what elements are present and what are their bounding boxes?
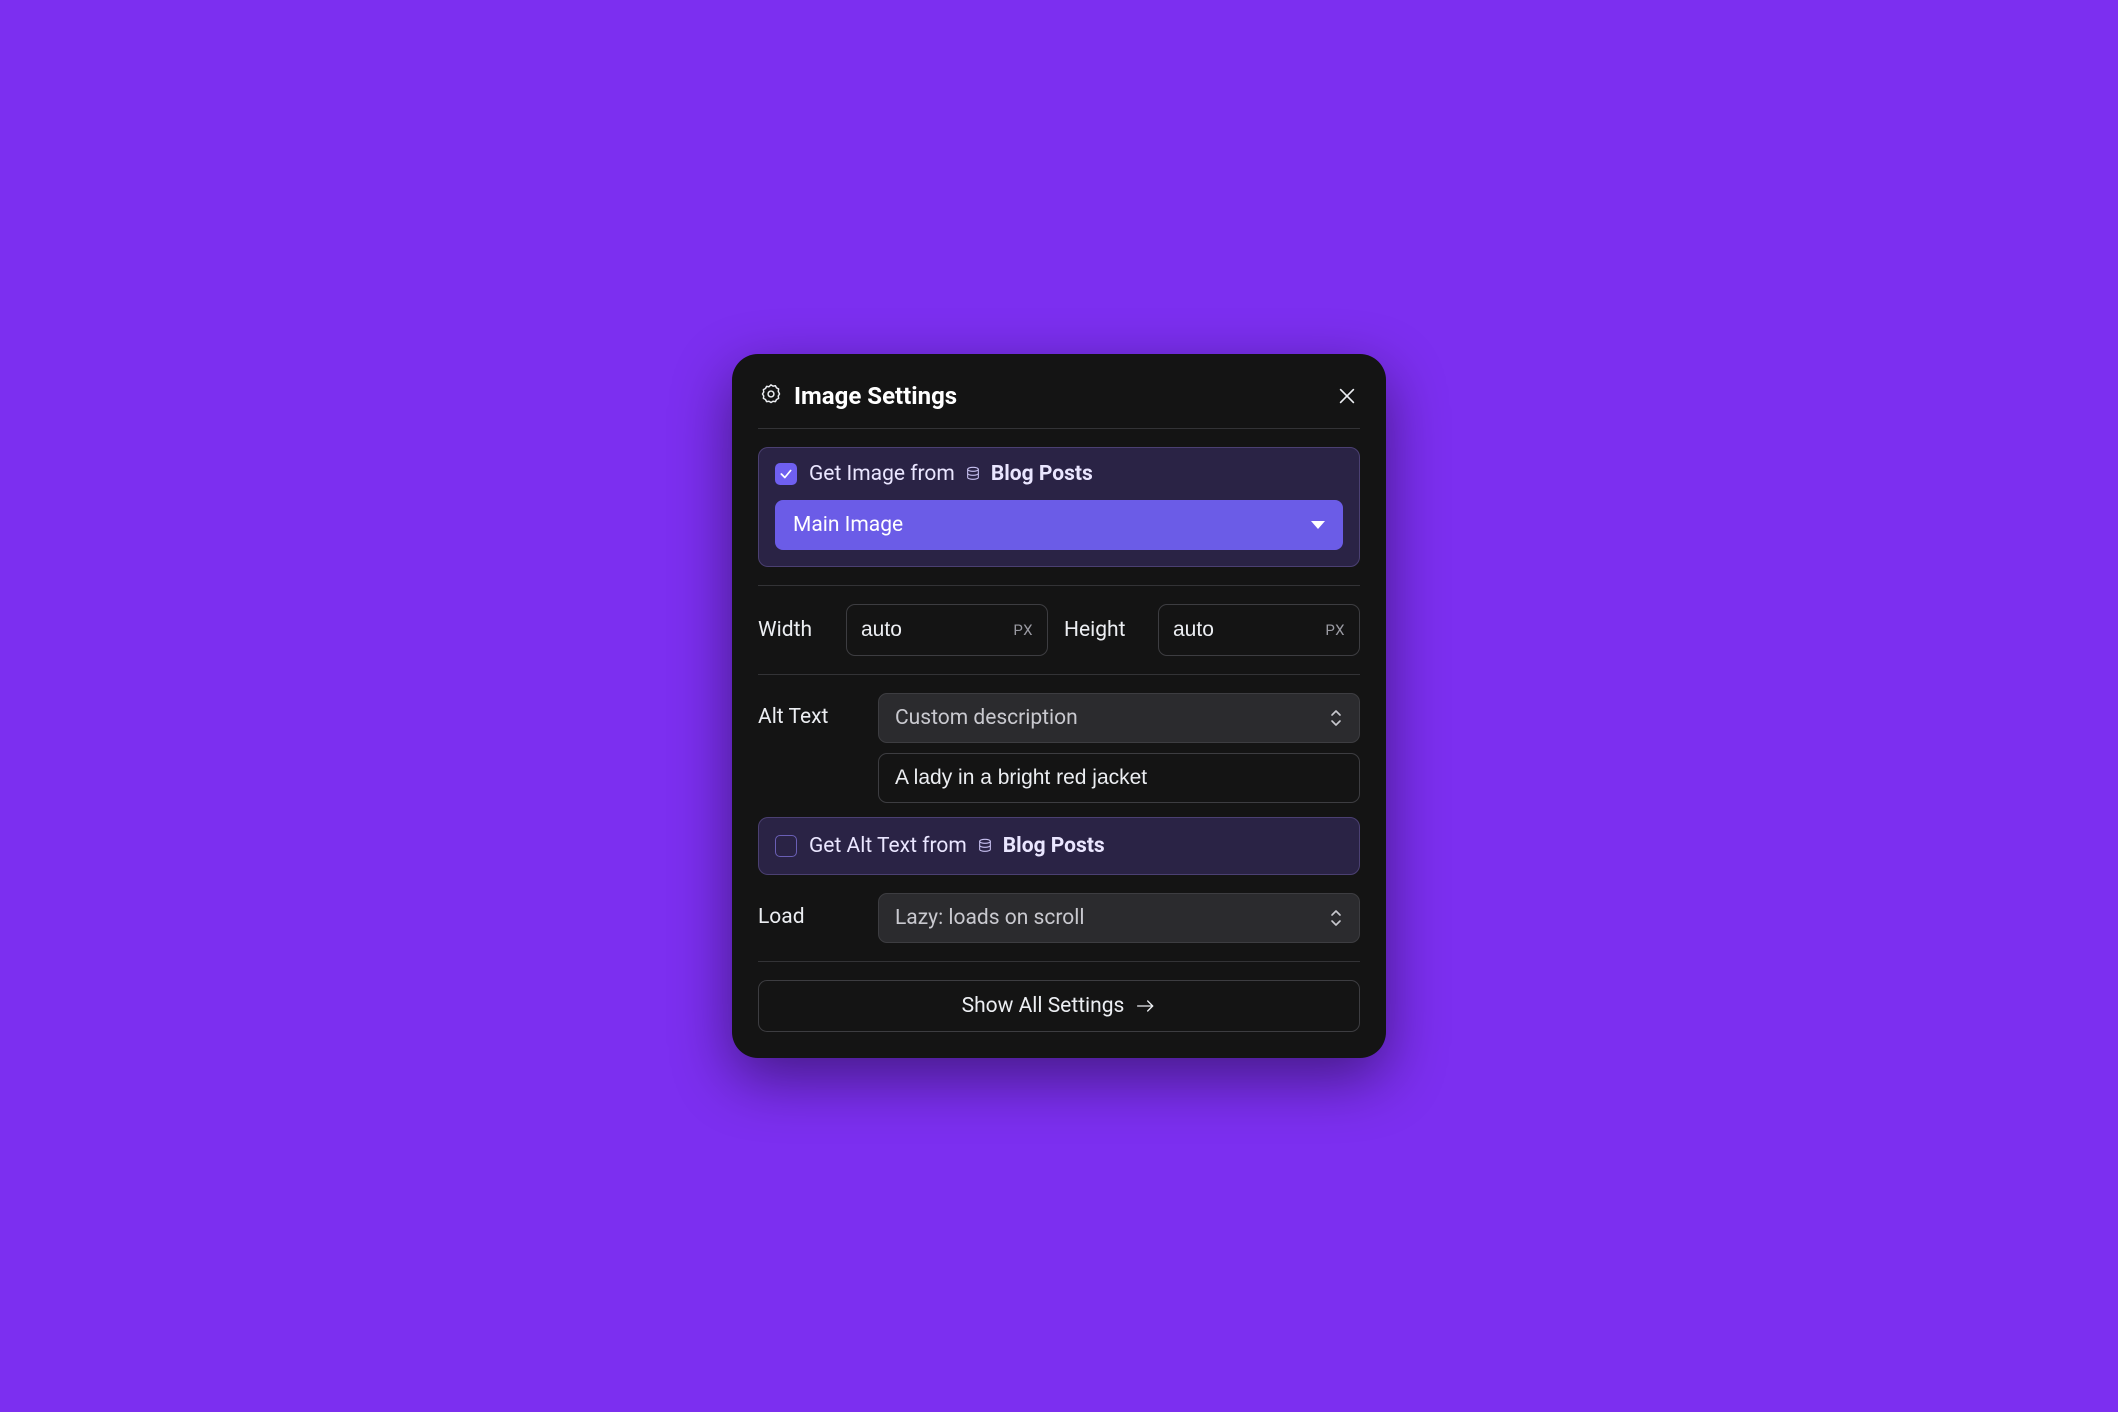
width-unit: PX: [1013, 621, 1033, 639]
load-row: Load Lazy: loads on scroll: [758, 893, 1360, 943]
close-button[interactable]: [1336, 385, 1358, 407]
image-source-checkbox[interactable]: [775, 463, 797, 485]
show-all-label: Show All Settings: [962, 994, 1125, 1018]
image-source-label: Get Image from Blog Posts: [809, 462, 1093, 486]
divider: [758, 428, 1360, 429]
divider: [758, 585, 1360, 586]
divider: [758, 961, 1360, 962]
chevrons-up-down-icon: [1329, 909, 1343, 927]
image-source-prefix: Get Image from: [809, 462, 955, 486]
width-input[interactable]: [861, 618, 1005, 642]
image-field-value: Main Image: [793, 513, 903, 537]
database-icon: [977, 838, 993, 854]
panel-title: Image Settings: [794, 382, 1324, 410]
width-input-wrap: PX: [846, 604, 1048, 656]
height-input[interactable]: [1173, 618, 1317, 642]
divider: [758, 674, 1360, 675]
height-label: Height: [1064, 618, 1142, 642]
height-unit: PX: [1325, 621, 1345, 639]
width-label: Width: [758, 618, 830, 642]
image-settings-panel: Image Settings Get Image from: [732, 354, 1386, 1058]
alt-text-input[interactable]: [895, 766, 1343, 790]
arrow-right-icon: [1136, 999, 1156, 1013]
image-source-box: Get Image from Blog Posts Main Image: [758, 447, 1360, 567]
load-label: Load: [758, 893, 862, 929]
image-field-select[interactable]: Main Image: [775, 500, 1343, 550]
alt-text-binding-box: Get Alt Text from Blog Posts: [758, 817, 1360, 875]
alt-text-input-wrap: [878, 753, 1360, 803]
gear-icon: [760, 383, 782, 409]
check-icon: [779, 467, 793, 481]
alt-text-mode-value: Custom description: [895, 706, 1078, 730]
alt-text-bind-label: Get Alt Text from Blog Posts: [809, 834, 1105, 858]
show-all-settings-button[interactable]: Show All Settings: [758, 980, 1360, 1032]
dimensions-row: Width PX Height PX: [758, 604, 1360, 656]
caret-down-icon: [1311, 521, 1325, 529]
alt-text-bind-prefix: Get Alt Text from: [809, 834, 967, 858]
alt-text-bind-checkbox[interactable]: [775, 835, 797, 857]
alt-text-row: Alt Text Custom description: [758, 693, 1360, 803]
chevrons-up-down-icon: [1329, 709, 1343, 727]
load-value: Lazy: loads on scroll: [895, 906, 1085, 930]
alt-text-bind-collection: Blog Posts: [1003, 834, 1105, 858]
panel-header: Image Settings: [758, 378, 1360, 428]
alt-text-mode-select[interactable]: Custom description: [878, 693, 1360, 743]
database-icon: [965, 466, 981, 482]
image-source-row: Get Image from Blog Posts: [775, 462, 1343, 486]
alt-text-label: Alt Text: [758, 693, 862, 729]
image-source-collection: Blog Posts: [991, 462, 1093, 486]
load-select[interactable]: Lazy: loads on scroll: [878, 893, 1360, 943]
height-input-wrap: PX: [1158, 604, 1360, 656]
